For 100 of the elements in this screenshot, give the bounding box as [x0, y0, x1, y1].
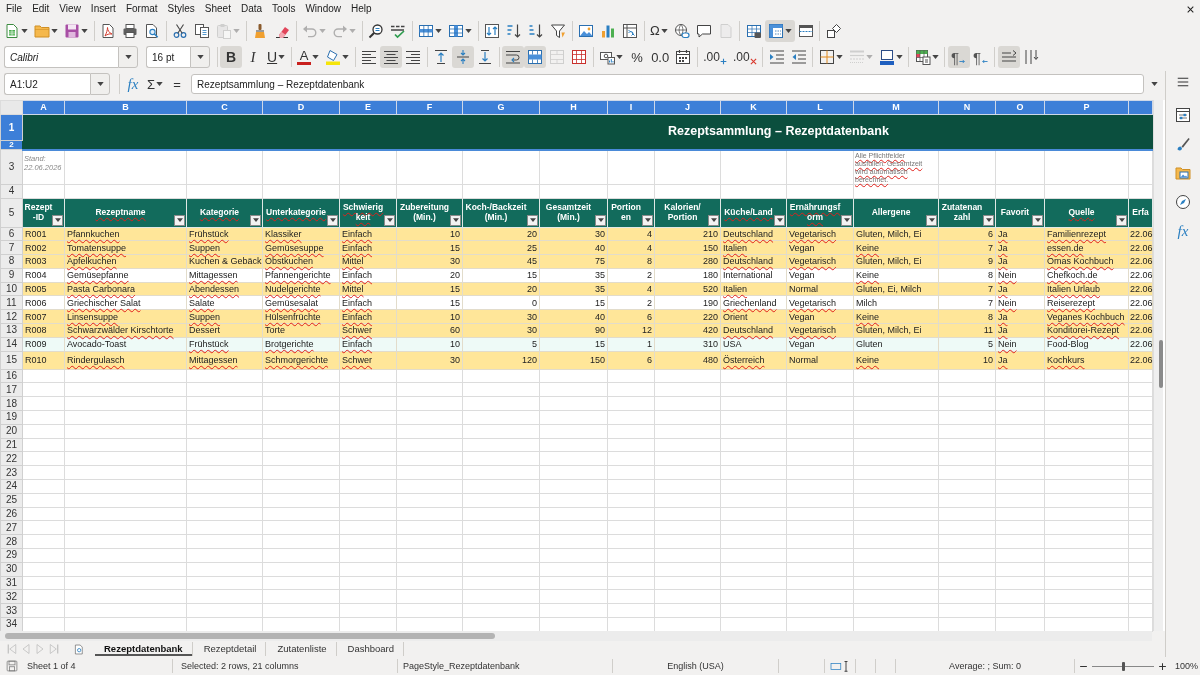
- selection-info: Selected: 2 rows, 21 columns: [181, 660, 299, 672]
- row-header[interactable]: 3: [0, 149, 23, 184]
- number-format-button[interactable]: 0.0: [648, 46, 673, 68]
- menu-item[interactable]: File: [6, 3, 23, 15]
- functions-button[interactable]: fx: [1177, 223, 1189, 239]
- filter-button[interactable]: [926, 214, 937, 226]
- function-wizard-button[interactable]: fx: [122, 73, 144, 95]
- filter-button[interactable]: [174, 214, 185, 226]
- wrap-text-button[interactable]: [502, 46, 525, 68]
- column-header[interactable]: H: [539, 100, 608, 115]
- menu-item[interactable]: Data: [240, 3, 263, 15]
- filter-button[interactable]: [250, 214, 261, 226]
- column-header[interactable]: C: [186, 100, 263, 115]
- left-to-right-button[interactable]: ¶: [947, 46, 970, 68]
- align-middle-icon: [455, 49, 472, 65]
- formula-button[interactable]: =: [166, 73, 189, 95]
- properties-icon[interactable]: [1175, 107, 1191, 123]
- column-header[interactable]: N: [938, 100, 996, 115]
- copy-icon: [194, 22, 210, 39]
- percent-format-button[interactable]: %: [626, 46, 649, 68]
- row-header[interactable]: 2: [0, 140, 23, 150]
- caret-icon: [51, 28, 58, 33]
- menu-item[interactable]: Window: [305, 3, 341, 15]
- menu-icon[interactable]: [1176, 76, 1190, 88]
- align-center-button[interactable]: [380, 46, 403, 68]
- filter-button[interactable]: [327, 214, 338, 226]
- line-style-icon: [848, 49, 865, 65]
- filter-button[interactable]: [384, 214, 395, 226]
- filter-button[interactable]: [983, 214, 994, 226]
- filter-button[interactable]: [52, 214, 63, 226]
- freeze-rows-columns-button[interactable]: [764, 19, 795, 42]
- name-box-field[interactable]: A1:U2: [4, 73, 90, 95]
- compass-icon[interactable]: [1175, 194, 1191, 210]
- filter-button[interactable]: [1032, 214, 1043, 226]
- underline-button[interactable]: U: [264, 46, 289, 68]
- merge-center-button[interactable]: [524, 46, 547, 68]
- column-header[interactable]: D: [262, 100, 340, 115]
- scrollbar-thumb[interactable]: [5, 633, 495, 639]
- menu-item[interactable]: Insert: [90, 3, 116, 15]
- selection-mode-icon[interactable]: [830, 660, 850, 672]
- column-header[interactable]: E: [339, 100, 397, 115]
- zoom-level[interactable]: 100%: [1175, 660, 1199, 672]
- font-color-button[interactable]: A: [294, 46, 323, 68]
- menu-item[interactable]: Help: [351, 3, 372, 15]
- sheet-tab[interactable]: Rezeptdatenbank: [95, 642, 193, 656]
- menu-item[interactable]: Edit: [32, 3, 50, 15]
- paintbrush-icon[interactable]: [1175, 136, 1191, 152]
- right-to-left-button[interactable]: ¶: [969, 46, 992, 68]
- add-sheet-icon[interactable]: [74, 642, 85, 656]
- font-name-field[interactable]: Calibri: [4, 46, 118, 68]
- language[interactable]: English (USA): [667, 660, 724, 672]
- formula-input[interactable]: Rezeptsammlung – Rezeptdatenbank: [191, 74, 1144, 94]
- special-character-button[interactable]: Ω: [647, 19, 671, 42]
- column-header[interactable]: O: [995, 100, 1045, 115]
- column-header[interactable]: B: [64, 100, 187, 115]
- column-header[interactable]: K: [720, 100, 787, 115]
- sheet-tab[interactable]: Rezeptdetail: [194, 642, 267, 656]
- column-header[interactable]: F: [396, 100, 463, 115]
- filter-button[interactable]: [527, 214, 538, 226]
- menu-item[interactable]: Sheet: [204, 3, 231, 15]
- zoom-in-icon[interactable]: [1158, 661, 1167, 671]
- dropdown-button[interactable]: [90, 73, 110, 95]
- highlighter-icon: [325, 49, 342, 65]
- row-header[interactable]: 5: [0, 198, 23, 227]
- menu-item[interactable]: Format: [125, 3, 158, 15]
- close-icon[interactable]: [1186, 4, 1195, 14]
- dropdown-button[interactable]: [190, 46, 210, 68]
- image-folder-icon[interactable]: [1175, 165, 1191, 181]
- column-header[interactable]: I: [607, 100, 655, 115]
- column-header[interactable]: A: [22, 100, 65, 115]
- slider-thumb[interactable]: [1122, 661, 1125, 671]
- column-header[interactable]: G: [462, 100, 540, 115]
- font-size-field[interactable]: 16 pt: [146, 46, 190, 68]
- dropdown-button[interactable]: [118, 46, 138, 68]
- scrollbar-thumb[interactable]: [1159, 340, 1163, 388]
- italic-button[interactable]: I: [242, 46, 264, 68]
- filter-button[interactable]: [450, 214, 461, 226]
- menu-item[interactable]: Tools: [272, 3, 296, 15]
- sheet-tab[interactable]: Dashboard: [338, 642, 405, 656]
- bold-button[interactable]: B: [220, 46, 242, 68]
- sum-button[interactable]: Σ: [144, 73, 167, 95]
- menu-item[interactable]: View: [59, 3, 81, 15]
- delete-decimal-button[interactable]: .00: [729, 46, 760, 68]
- filter-button[interactable]: [595, 214, 606, 226]
- menu-item[interactable]: Styles: [167, 3, 195, 15]
- sheet-tab[interactable]: Zutatenliste: [268, 642, 337, 656]
- column-header[interactable]: P: [1044, 100, 1129, 115]
- filter-button[interactable]: [774, 214, 785, 226]
- column-header[interactable]: L: [786, 100, 854, 115]
- horizontal-scrollbar[interactable]: [0, 631, 1152, 641]
- filter-button[interactable]: [841, 214, 852, 226]
- filter-button[interactable]: [1116, 214, 1127, 226]
- row-header[interactable]: 1: [0, 114, 23, 141]
- text-left-to-right-button[interactable]: [997, 46, 1020, 68]
- filter-button[interactable]: [708, 214, 719, 226]
- filter-button[interactable]: [642, 214, 653, 226]
- column-header[interactable]: J: [654, 100, 721, 115]
- add-decimal-button[interactable]: .00: [700, 46, 730, 68]
- column-header[interactable]: M: [853, 100, 939, 115]
- save-status-icon[interactable]: [6, 660, 18, 672]
